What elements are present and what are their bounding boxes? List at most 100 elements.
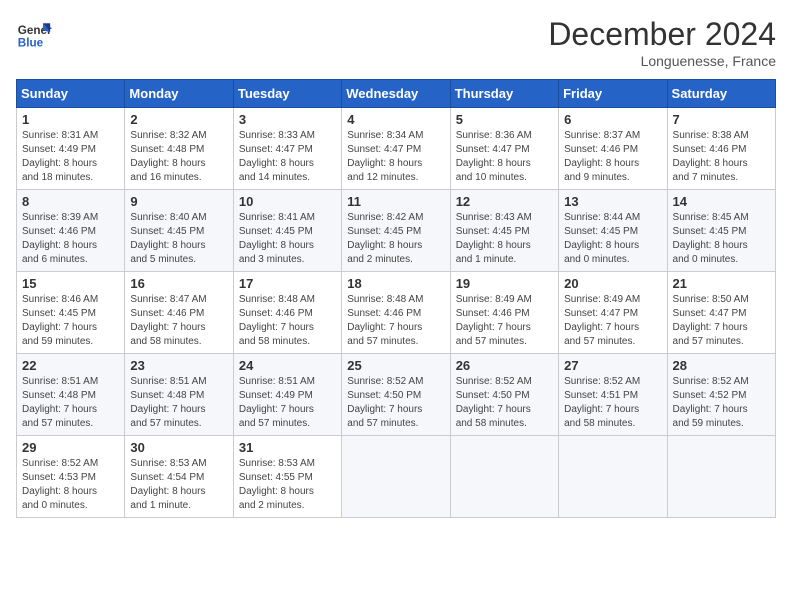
day-number: 6 — [564, 112, 661, 127]
day-number: 18 — [347, 276, 444, 291]
header-friday: Friday — [559, 80, 667, 108]
cell-info: Sunrise: 8:41 AMSunset: 4:45 PMDaylight:… — [239, 211, 336, 267]
cell-info: Sunrise: 8:48 AMSunset: 4:46 PMDaylight:… — [239, 293, 336, 349]
week-row-5: 29 Sunrise: 8:52 AMSunset: 4:53 PMDayligh… — [17, 436, 776, 518]
calendar-cell: 13 Sunrise: 8:44 AMSunset: 4:45 PMDayligh… — [559, 190, 667, 272]
calendar-cell: 8 Sunrise: 8:39 AMSunset: 4:46 PMDaylight… — [17, 190, 125, 272]
cell-info: Sunrise: 8:47 AMSunset: 4:46 PMDaylight:… — [130, 293, 227, 349]
cell-info: Sunrise: 8:49 AMSunset: 4:46 PMDaylight:… — [456, 293, 553, 349]
calendar-cell: 3 Sunrise: 8:33 AMSunset: 4:47 PMDaylight… — [233, 108, 341, 190]
week-row-1: 1 Sunrise: 8:31 AMSunset: 4:49 PMDaylight… — [17, 108, 776, 190]
day-number: 2 — [130, 112, 227, 127]
calendar-cell: 22Sunrise: 8:51 AMSunset: 4:48 PMDayligh… — [17, 354, 125, 436]
day-number: 29 — [22, 440, 119, 455]
calendar-cell: 16Sunrise: 8:47 AMSunset: 4:46 PMDayligh… — [125, 272, 233, 354]
header-tuesday: Tuesday — [233, 80, 341, 108]
calendar-cell: 9 Sunrise: 8:40 AMSunset: 4:45 PMDaylight… — [125, 190, 233, 272]
cell-info: Sunrise: 8:45 AMSunset: 4:45 PMDaylight:… — [673, 211, 770, 267]
cell-info: Sunrise: 8:52 AMSunset: 4:50 PMDaylight:… — [456, 375, 553, 431]
calendar-cell: 19Sunrise: 8:49 AMSunset: 4:46 PMDayligh… — [450, 272, 558, 354]
day-number: 13 — [564, 194, 661, 209]
week-row-2: 8 Sunrise: 8:39 AMSunset: 4:46 PMDaylight… — [17, 190, 776, 272]
day-number: 28 — [673, 358, 770, 373]
cell-info: Sunrise: 8:40 AMSunset: 4:45 PMDaylight:… — [130, 211, 227, 267]
logo: General Blue — [16, 16, 52, 52]
day-number: 9 — [130, 194, 227, 209]
header-saturday: Saturday — [667, 80, 775, 108]
calendar-cell: 15 Sunrise: 8:46 AMSunset: 4:45 PMDayligh… — [17, 272, 125, 354]
calendar-cell — [342, 436, 450, 518]
calendar-cell: 7 Sunrise: 8:38 AMSunset: 4:46 PMDaylight… — [667, 108, 775, 190]
cell-info: Sunrise: 8:51 AMSunset: 4:48 PMDaylight:… — [130, 375, 227, 431]
cell-info: Sunrise: 8:43 AMSunset: 4:45 PMDaylight:… — [456, 211, 553, 267]
day-number: 7 — [673, 112, 770, 127]
logo-icon: General Blue — [16, 16, 52, 52]
day-number: 10 — [239, 194, 336, 209]
calendar-cell: 23 Sunrise: 8:51 AMSunset: 4:48 PMDayligh… — [125, 354, 233, 436]
cell-info: Sunrise: 8:52 AMSunset: 4:50 PMDaylight:… — [347, 375, 444, 431]
cell-info: Sunrise: 8:44 AMSunset: 4:45 PMDaylight:… — [564, 211, 661, 267]
cell-info: Sunrise: 8:34 AMSunset: 4:47 PMDaylight:… — [347, 129, 444, 185]
cell-info: Sunrise: 8:53 AMSunset: 4:54 PMDaylight:… — [130, 457, 227, 513]
calendar-cell: 1 Sunrise: 8:31 AMSunset: 4:49 PMDaylight… — [17, 108, 125, 190]
calendar-cell: 17Sunrise: 8:48 AMSunset: 4:46 PMDayligh… — [233, 272, 341, 354]
calendar-cell: 28 Sunrise: 8:52 AMSunset: 4:52 PMDayligh… — [667, 354, 775, 436]
day-number: 26 — [456, 358, 553, 373]
calendar-cell: 10 Sunrise: 8:41 AMSunset: 4:45 PMDayligh… — [233, 190, 341, 272]
calendar-cell — [667, 436, 775, 518]
calendar-cell: 25 Sunrise: 8:52 AMSunset: 4:50 PMDayligh… — [342, 354, 450, 436]
cell-info: Sunrise: 8:38 AMSunset: 4:46 PMDaylight:… — [673, 129, 770, 185]
calendar-cell: 31 Sunrise: 8:53 AMSunset: 4:55 PMDayligh… — [233, 436, 341, 518]
day-number: 5 — [456, 112, 553, 127]
day-number: 27 — [564, 358, 661, 373]
calendar-cell: 11Sunrise: 8:42 AMSunset: 4:45 PMDayligh… — [342, 190, 450, 272]
header-sunday: Sunday — [17, 80, 125, 108]
day-number: 31 — [239, 440, 336, 455]
cell-info: Sunrise: 8:33 AMSunset: 4:47 PMDaylight:… — [239, 129, 336, 185]
calendar-cell: 4 Sunrise: 8:34 AMSunset: 4:47 PMDaylight… — [342, 108, 450, 190]
day-number: 14 — [673, 194, 770, 209]
cell-info: Sunrise: 8:52 AMSunset: 4:53 PMDaylight:… — [22, 457, 119, 513]
calendar-table: SundayMondayTuesdayWednesdayThursdayFrid… — [16, 79, 776, 518]
calendar-cell: 21Sunrise: 8:50 AMSunset: 4:47 PMDayligh… — [667, 272, 775, 354]
cell-info: Sunrise: 8:39 AMSunset: 4:46 PMDaylight:… — [22, 211, 119, 267]
calendar-cell: 14 Sunrise: 8:45 AMSunset: 4:45 PMDayligh… — [667, 190, 775, 272]
cell-info: Sunrise: 8:48 AMSunset: 4:46 PMDaylight:… — [347, 293, 444, 349]
calendar-cell: 2Sunrise: 8:32 AMSunset: 4:48 PMDaylight… — [125, 108, 233, 190]
day-number: 25 — [347, 358, 444, 373]
day-number: 3 — [239, 112, 336, 127]
svg-text:Blue: Blue — [18, 37, 44, 50]
day-number: 30 — [130, 440, 227, 455]
week-row-4: 22Sunrise: 8:51 AMSunset: 4:48 PMDayligh… — [17, 354, 776, 436]
calendar-cell: 30 Sunrise: 8:53 AMSunset: 4:54 PMDayligh… — [125, 436, 233, 518]
cell-info: Sunrise: 8:37 AMSunset: 4:46 PMDaylight:… — [564, 129, 661, 185]
header-wednesday: Wednesday — [342, 80, 450, 108]
calendar-body: 1 Sunrise: 8:31 AMSunset: 4:49 PMDaylight… — [17, 108, 776, 518]
day-number: 12 — [456, 194, 553, 209]
calendar-cell — [559, 436, 667, 518]
calendar-cell: 24 Sunrise: 8:51 AMSunset: 4:49 PMDayligh… — [233, 354, 341, 436]
cell-info: Sunrise: 8:49 AMSunset: 4:47 PMDaylight:… — [564, 293, 661, 349]
header-thursday: Thursday — [450, 80, 558, 108]
page-header: General Blue December 2024 Longuenesse, … — [16, 16, 776, 69]
day-number: 20 — [564, 276, 661, 291]
cell-info: Sunrise: 8:51 AMSunset: 4:49 PMDaylight:… — [239, 375, 336, 431]
cell-info: Sunrise: 8:52 AMSunset: 4:52 PMDaylight:… — [673, 375, 770, 431]
cell-info: Sunrise: 8:53 AMSunset: 4:55 PMDaylight:… — [239, 457, 336, 513]
week-row-3: 15 Sunrise: 8:46 AMSunset: 4:45 PMDayligh… — [17, 272, 776, 354]
day-number: 4 — [347, 112, 444, 127]
cell-info: Sunrise: 8:31 AMSunset: 4:49 PMDaylight:… — [22, 129, 119, 185]
calendar-cell: 26 Sunrise: 8:52 AMSunset: 4:50 PMDayligh… — [450, 354, 558, 436]
month-title: December 2024 — [548, 16, 776, 53]
calendar-cell: 27Sunrise: 8:52 AMSunset: 4:51 PMDayligh… — [559, 354, 667, 436]
calendar-header-row: SundayMondayTuesdayWednesdayThursdayFrid… — [17, 80, 776, 108]
cell-info: Sunrise: 8:46 AMSunset: 4:45 PMDaylight:… — [22, 293, 119, 349]
day-number: 8 — [22, 194, 119, 209]
day-number: 15 — [22, 276, 119, 291]
cell-info: Sunrise: 8:42 AMSunset: 4:45 PMDaylight:… — [347, 211, 444, 267]
day-number: 24 — [239, 358, 336, 373]
day-number: 23 — [130, 358, 227, 373]
day-number: 1 — [22, 112, 119, 127]
calendar-cell: 29 Sunrise: 8:52 AMSunset: 4:53 PMDayligh… — [17, 436, 125, 518]
calendar-cell — [450, 436, 558, 518]
